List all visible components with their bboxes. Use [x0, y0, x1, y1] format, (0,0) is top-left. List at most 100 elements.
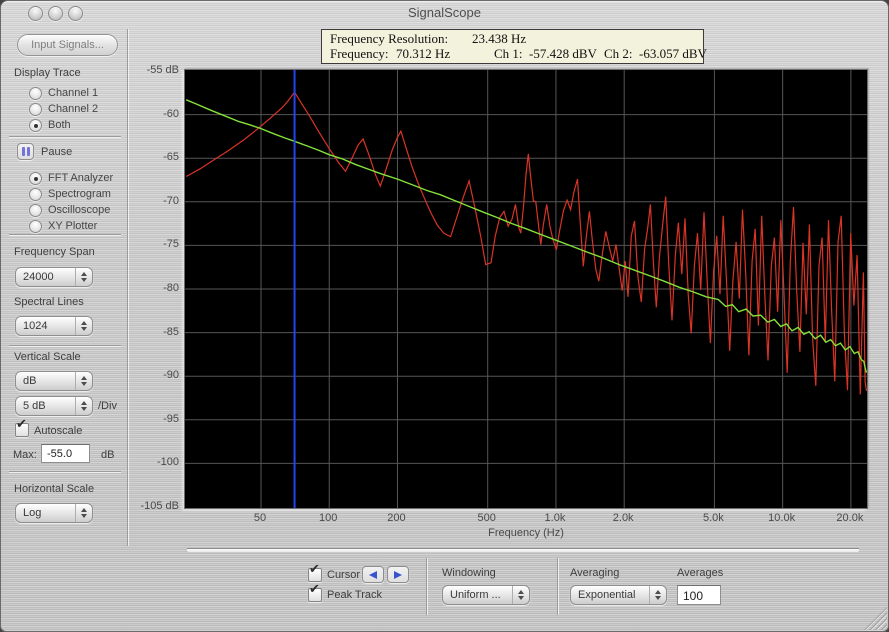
spectral-lines-popup[interactable]: 1024 — [15, 316, 93, 336]
x-tick-label: 500 — [477, 512, 496, 524]
radio-icon — [29, 172, 42, 185]
x-tick-label: 10.0k — [768, 512, 796, 524]
cursor-prev-button[interactable] — [362, 566, 384, 583]
y-tick-label: -100 — [156, 456, 179, 469]
divider — [9, 136, 121, 138]
stepper-arrows-icon — [512, 586, 529, 604]
y-tick-label: -75 — [163, 238, 179, 251]
plot-bottom-divider — [187, 548, 859, 552]
title-bar: SignalScope — [1, 1, 888, 23]
divider — [9, 234, 121, 236]
y-tick-label: -80 — [163, 282, 179, 294]
stepper-arrows-icon — [649, 586, 666, 604]
y-tick-label: -60 — [163, 107, 179, 120]
stepper-arrows-icon — [75, 317, 92, 335]
right-arrow-icon — [394, 570, 402, 579]
radio-icon — [29, 87, 42, 100]
pause-button[interactable] — [17, 143, 34, 160]
peak-track-checkbox[interactable]: ✔ — [308, 582, 322, 602]
autoscale-label: Autoscale — [34, 425, 83, 437]
radio-icon — [29, 188, 42, 201]
db-per-div-popup[interactable]: 5 dB — [15, 396, 93, 416]
x-tick-label: 2.0k — [612, 512, 634, 524]
trace-ch2 — [185, 99, 868, 373]
y-tick-label: -65 — [163, 151, 179, 164]
horizontal-scale-label: Horizontal Scale — [14, 483, 95, 495]
app-window: SignalScope Input Signals... Display Tra… — [0, 0, 889, 632]
x-tick-label: 20.0k — [836, 512, 864, 524]
averaging-popup[interactable]: Exponential — [570, 585, 667, 605]
x-tick-label: 50 — [253, 512, 267, 524]
radio-icon — [29, 220, 42, 233]
windowing-label: Windowing — [442, 567, 496, 579]
bottom-divider — [557, 558, 559, 615]
max-label: Max: — [13, 449, 37, 461]
window-title: SignalScope — [408, 5, 481, 20]
radio-label: XY Plotter — [48, 220, 98, 232]
bottom-divider — [426, 558, 428, 615]
per-div-suffix: /Div — [98, 400, 117, 412]
vertical-scale-unit-popup[interactable]: dB — [15, 371, 93, 391]
averages-label: Averages — [677, 567, 724, 579]
y-tick-label: -90 — [163, 369, 179, 382]
checkbox-tick-icon: ✔ — [309, 562, 320, 577]
radio-label: Channel 1 — [48, 87, 99, 99]
freq-resolution-value: 23.438 Hz — [472, 31, 527, 46]
radio-label: Spectrogram — [48, 188, 111, 200]
resize-grip-icon[interactable] — [864, 607, 887, 630]
cursor-checkbox[interactable]: ✔ — [308, 562, 322, 582]
radio-label: Channel 2 — [48, 103, 99, 115]
y-tick-label: -95 — [163, 412, 179, 425]
spectrum-plot-canvas[interactable] — [185, 70, 868, 508]
peak-track-label: Peak Track — [327, 589, 383, 601]
divider — [9, 345, 121, 347]
max-unit-label: dB — [101, 449, 115, 461]
x-tick-label: 100 — [319, 512, 338, 524]
cursor-next-button[interactable] — [387, 566, 409, 583]
frequency-span-popup[interactable]: 24000 — [15, 267, 93, 287]
spectral-lines-label: Spectral Lines — [14, 296, 84, 308]
pause-icon — [21, 147, 30, 156]
ch1-value: -57.428 dBV — [529, 46, 597, 61]
x-tick-label: 5.0k — [702, 512, 724, 524]
averages-field[interactable]: 100 — [677, 585, 721, 605]
averaging-label: Averaging — [570, 567, 620, 579]
radio-label: Both — [48, 119, 71, 131]
spectrum-plot[interactable] — [184, 69, 868, 509]
stepper-arrows-icon — [75, 268, 92, 286]
pause-label: Pause — [41, 146, 73, 158]
vertical-scale-label: Vertical Scale — [14, 351, 81, 363]
autoscale-checkbox[interactable]: ✔ — [15, 417, 29, 437]
x-axis-title: Frequency (Hz) — [488, 527, 564, 539]
ch2-value: -63.057 dBV — [639, 46, 707, 61]
ch2-label: Ch 2: — [604, 46, 633, 61]
checkbox-tick-icon: ✔ — [309, 582, 320, 597]
frequency-value: 70.312 Hz — [396, 46, 451, 61]
frequency-span-label: Frequency Span — [14, 246, 95, 258]
stepper-arrows-icon — [75, 372, 92, 390]
windowing-popup[interactable]: Uniform ... — [442, 585, 530, 605]
cursor-readout-box: Frequency Resolution: 23.438 Hz Frequenc… — [321, 29, 707, 64]
stepper-arrows-icon — [75, 504, 92, 522]
trace-ch1 — [185, 91, 868, 395]
divider — [9, 471, 121, 473]
radio-icon — [29, 119, 42, 132]
y-tick-label: -55 dB — [146, 64, 179, 76]
stepper-arrows-icon — [75, 397, 92, 415]
y-tick-label: -85 — [163, 325, 179, 338]
radio-icon — [29, 204, 42, 217]
cursor-label: Cursor — [327, 569, 361, 581]
radio-icon — [29, 103, 42, 116]
horizontal-scale-popup[interactable]: Log — [15, 503, 93, 523]
freq-resolution-label: Frequency Resolution: — [330, 31, 449, 46]
display-trace-label: Display Trace — [14, 67, 81, 79]
y-tick-label: -70 — [163, 194, 179, 207]
left-arrow-icon — [369, 570, 377, 579]
checkbox-tick-icon: ✔ — [16, 417, 27, 432]
x-tick-label: 1.0k — [544, 512, 566, 524]
y-tick-label: -105 dB — [140, 500, 179, 512]
input-signals-button[interactable]: Input Signals... — [17, 34, 118, 56]
ch1-label: Ch 1: — [494, 46, 523, 61]
max-db-field[interactable]: -55.0 — [41, 444, 90, 463]
frequency-label: Frequency: — [330, 46, 389, 61]
